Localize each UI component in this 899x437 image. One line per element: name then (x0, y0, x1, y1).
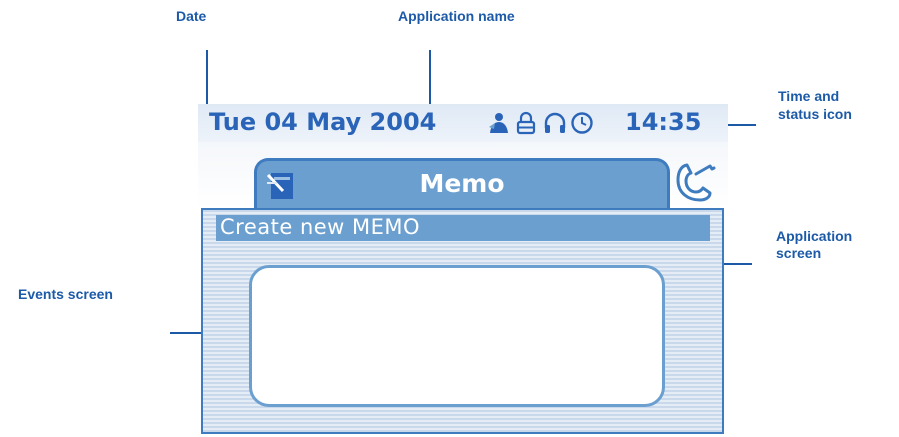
callout-application-name: Application name (398, 8, 515, 24)
person-icon (489, 113, 508, 133)
alarm-clock-icon (571, 112, 593, 134)
application-title: Memo (419, 169, 505, 198)
create-memo-item[interactable]: Create new MEMO (216, 215, 710, 241)
lock-icon (516, 111, 536, 135)
handset-icon[interactable] (672, 160, 718, 202)
status-time: 14:35 (625, 108, 702, 136)
tab-memo[interactable]: Memo (254, 158, 670, 209)
callout-application-screen-line2: screen (776, 245, 822, 261)
callout-events-screen: Events screen (18, 286, 113, 302)
application-screen: Create new MEMO (201, 208, 724, 434)
status-date: Tue 04 May 2004 (209, 108, 437, 136)
leader-line-date (206, 50, 208, 112)
create-memo-label: Create new MEMO (220, 215, 421, 239)
callout-date: Date (176, 8, 207, 24)
headset-icon (544, 112, 566, 133)
callout-time-status-line2: status icon (778, 106, 852, 122)
callout-application-screen-line1: Application (776, 228, 853, 244)
callout-time-status-line1: Time and (778, 88, 840, 104)
events-screen (249, 265, 665, 407)
